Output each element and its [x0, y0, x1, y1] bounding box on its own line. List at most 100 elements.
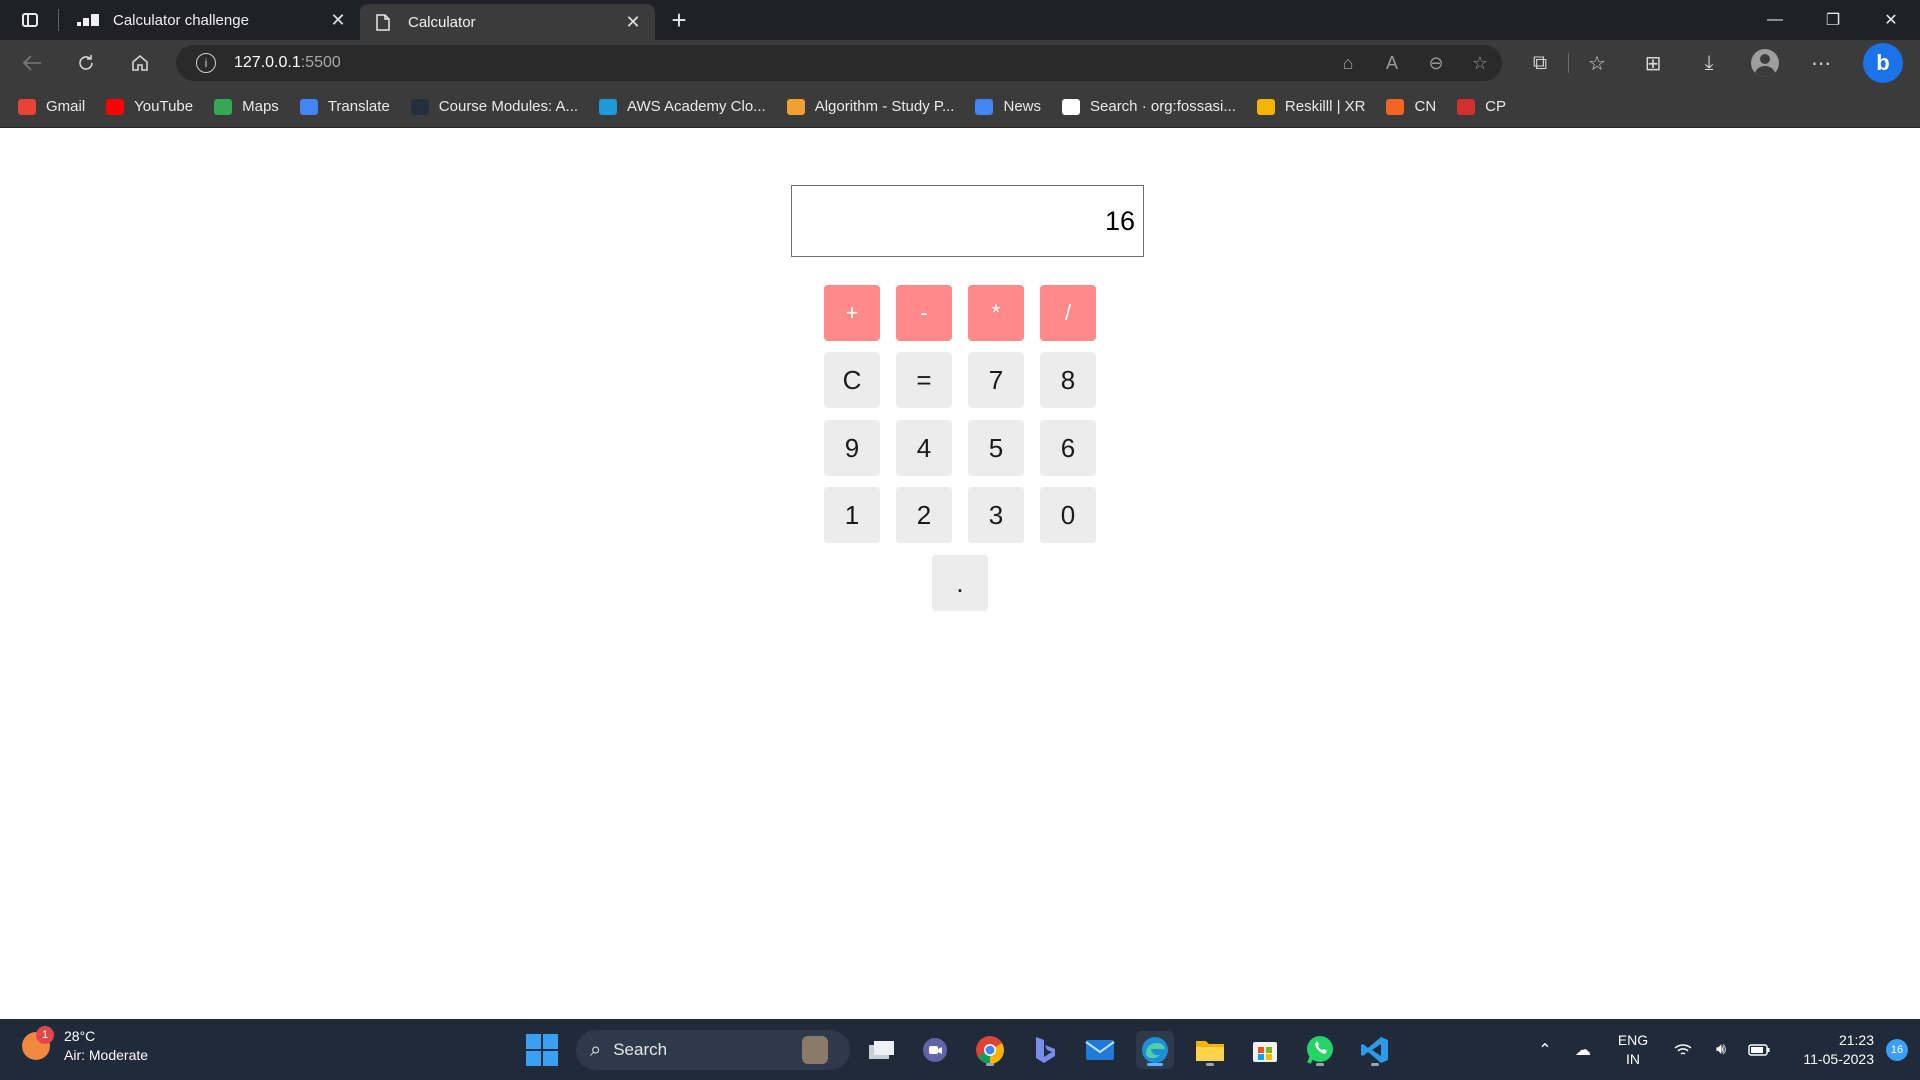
bookmark-gmail[interactable]: Gmail — [18, 98, 85, 115]
tab-title: Calculator challenge — [113, 11, 249, 29]
clock-date: 11-05-2023 — [1803, 1050, 1874, 1067]
digit-9-button[interactable]: 9 — [824, 420, 880, 476]
digit-2-button[interactable]: 2 — [896, 487, 952, 543]
bookmark-label: CP — [1485, 98, 1506, 115]
chevron-up-icon[interactable]: ⌃ — [1526, 1030, 1564, 1070]
file-explorer-icon[interactable] — [1191, 1031, 1229, 1069]
bookmark-cloud[interactable]: AWS Academy Clo... — [599, 98, 766, 115]
tab-actions-button[interactable] — [10, 0, 50, 40]
bookmark-aws[interactable]: Course Modules: A... — [410, 98, 578, 115]
bookmark-label: YouTube — [134, 98, 194, 115]
divide-button[interactable]: / — [1040, 285, 1096, 341]
bulb-icon — [1256, 98, 1275, 115]
bookmark-news[interactable]: News — [975, 98, 1041, 115]
equals-button[interactable]: = — [896, 352, 952, 408]
downloads-icon[interactable]: ⤓ — [1681, 45, 1737, 81]
bing-app-icon[interactable] — [1026, 1031, 1064, 1069]
digit-5-button[interactable]: 5 — [968, 420, 1024, 476]
system-clock[interactable]: 21:23 11-05-2023 — [1784, 1031, 1874, 1069]
favorites-icon[interactable]: ☆ — [1569, 45, 1625, 81]
microsoft-store-icon[interactable] — [1246, 1031, 1284, 1069]
language-region: IN — [1626, 1050, 1640, 1067]
battery-icon[interactable] — [1740, 1030, 1778, 1070]
bookmark-leetcode[interactable]: Algorithm - Study P... — [786, 98, 954, 115]
add-favorite-icon[interactable]: ☆ — [1458, 45, 1502, 81]
tag-icon[interactable]: ⌂ — [1326, 45, 1370, 81]
volume-icon[interactable]: 🔊︎ — [1702, 1030, 1740, 1070]
windows-taskbar: 1 28°C Air: Moderate ⌕ Search ⌃ ☁ ENG IN… — [0, 1019, 1920, 1080]
bookmark-youtube[interactable]: YouTube — [106, 98, 193, 115]
digit-4-button[interactable]: 4 — [896, 420, 952, 476]
bookmark-label: CN — [1414, 98, 1437, 115]
digit-1-button[interactable]: 1 — [824, 487, 880, 543]
cloud-icon — [599, 98, 618, 115]
chrome-icon[interactable] — [971, 1031, 1009, 1069]
restore-icon[interactable]: ❐ — [1804, 0, 1862, 40]
bookmark-maps[interactable]: Maps — [214, 98, 279, 115]
extensions-icon[interactable]: ⧉ — [1512, 45, 1568, 81]
digit-0-button[interactable]: 0 — [1040, 487, 1096, 543]
bing-copilot-icon[interactable]: b — [1863, 43, 1903, 83]
search-icon: ⌕ — [590, 1038, 602, 1061]
close-tab-icon[interactable]: ✕ — [623, 12, 643, 32]
subtract-button[interactable]: - — [896, 285, 952, 341]
bookmark-label: Maps — [242, 98, 279, 115]
address-bar[interactable]: i 127.0.0.1:5500 ⌂ A ⊖ ☆ — [176, 45, 1502, 81]
digit-6-button[interactable]: 6 — [1040, 420, 1096, 476]
tab-calculator[interactable]: Calculator ✕ — [360, 4, 655, 40]
vscode-icon[interactable] — [1356, 1031, 1394, 1069]
mail-icon[interactable] — [1081, 1031, 1119, 1069]
teams-chat-icon[interactable] — [916, 1031, 954, 1069]
site-info-icon[interactable]: i — [196, 53, 216, 73]
window-controls: — ❐ ✕ — [1746, 0, 1920, 40]
system-tray: ⌃ ☁ ENG IN 🔊︎ 21:23 11-05-2023 16 — [1526, 1019, 1920, 1080]
read-aloud-icon[interactable]: A — [1370, 45, 1414, 81]
active-indicator — [1147, 1063, 1163, 1066]
bookmark-github[interactable]: Search · org:fossasi... — [1062, 98, 1236, 115]
language-indicator[interactable]: ENG IN — [1608, 1031, 1658, 1069]
bookmark-cn[interactable]: CN — [1386, 98, 1436, 115]
decimal-button[interactable]: . — [932, 555, 988, 611]
youtube-icon — [106, 98, 125, 115]
task-view-icon[interactable] — [862, 1031, 900, 1069]
wifi-icon[interactable] — [1664, 1030, 1702, 1070]
whatsapp-icon[interactable] — [1301, 1031, 1339, 1069]
onedrive-cloud-icon[interactable]: ☁ — [1564, 1030, 1602, 1070]
taskbar-search-box[interactable]: ⌕ Search — [576, 1030, 850, 1070]
edge-icon[interactable] — [1136, 1031, 1174, 1069]
minimize-icon[interactable]: — — [1746, 0, 1804, 40]
new-tab-button[interactable]: + — [659, 0, 699, 40]
codecademy-favicon-icon — [77, 12, 99, 28]
notification-badge[interactable]: 16 — [1886, 1038, 1908, 1061]
profile-button[interactable] — [1737, 45, 1793, 81]
bookmark-cp[interactable]: CP — [1457, 98, 1506, 115]
digit-7-button[interactable]: 7 — [968, 352, 1024, 408]
bookmark-label: AWS Academy Clo... — [627, 98, 766, 115]
clear-button[interactable]: C — [824, 352, 880, 408]
close-window-icon[interactable]: ✕ — [1862, 0, 1920, 40]
close-tab-icon[interactable]: ✕ — [328, 10, 348, 30]
more-options-icon[interactable]: ⋯ — [1793, 45, 1849, 81]
zoom-out-icon[interactable]: ⊖ — [1414, 45, 1458, 81]
search-highlight-icon — [802, 1036, 828, 1064]
back-arrow-icon[interactable] — [10, 45, 54, 81]
weather-widget[interactable]: 1 28°C Air: Moderate — [22, 1026, 148, 1065]
weather-alert-badge: 1 — [36, 1026, 54, 1044]
collections-icon[interactable]: ⊞ — [1625, 45, 1681, 81]
bookmark-translate[interactable]: Translate — [299, 98, 390, 115]
tab-calculator-challenge[interactable]: Calculator challenge ✕ — [65, 0, 360, 40]
tab-actions-icon — [22, 13, 38, 27]
multiply-button[interactable]: * — [968, 285, 1024, 341]
digit-3-button[interactable]: 3 — [968, 487, 1024, 543]
home-icon[interactable] — [118, 45, 162, 81]
maps-icon — [214, 98, 233, 115]
bookmark-bulb[interactable]: Reskilll | XR — [1256, 98, 1365, 115]
tab-title: Calculator — [408, 13, 476, 31]
refresh-icon[interactable] — [64, 45, 108, 81]
language-code: ENG — [1617, 1031, 1649, 1048]
add-button[interactable]: + — [824, 285, 880, 341]
digit-8-button[interactable]: 8 — [1040, 352, 1096, 408]
aws-icon — [410, 98, 429, 115]
page-favicon-icon — [372, 13, 394, 31]
windows-start-icon[interactable] — [526, 1034, 558, 1066]
